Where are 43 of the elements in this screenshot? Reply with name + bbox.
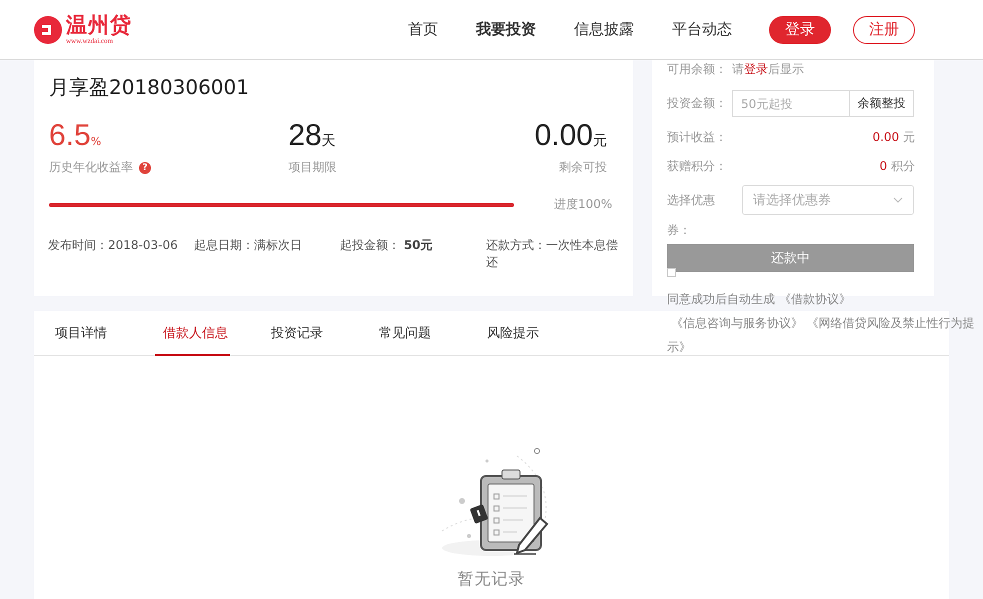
caret-icon bbox=[893, 197, 903, 203]
tab[interactable]: 投资记录 bbox=[263, 311, 371, 355]
info-text: 还款方式：一次性本息偿还 bbox=[486, 237, 619, 271]
tab[interactable]: 项目详情 bbox=[47, 311, 155, 355]
stat-label: 历史年化收益率 bbox=[49, 159, 133, 176]
info-text: 发布时间：2018-03-06 bbox=[48, 237, 179, 254]
agreement-text: 《信息咨询与服务协议》 《网络借贷风险及禁止性行为提示》 bbox=[667, 315, 975, 356]
nav-link[interactable]: 我要投资 bbox=[457, 20, 555, 39]
points-label: 获赠积分： bbox=[667, 158, 727, 175]
logo-icon bbox=[34, 16, 62, 44]
stat-unit: 天 bbox=[322, 132, 336, 150]
logo-text: 温州贷 bbox=[66, 14, 132, 36]
stat-label: 剩余可投 bbox=[558, 159, 607, 176]
progress-reading: 进度100% bbox=[554, 196, 612, 213]
stat-value: 0.00 bbox=[534, 119, 593, 153]
tab[interactable]: 风险提示 bbox=[479, 311, 587, 355]
stat-value: 28 bbox=[288, 119, 322, 153]
points-value: 0 积分 bbox=[880, 158, 915, 175]
amount-field[interactable]: 50元起投 bbox=[732, 90, 850, 117]
product-title: 月享盈20180306001 bbox=[49, 74, 250, 101]
info-text: 起投金额： 50元 bbox=[340, 237, 434, 254]
help-icon[interactable]: ? bbox=[139, 162, 151, 174]
stat-unit: % bbox=[90, 135, 102, 148]
all-in-button[interactable]: 余额整投 bbox=[850, 90, 914, 117]
amount-label: 投资金额： bbox=[667, 95, 728, 112]
tab[interactable]: 常见问题 bbox=[371, 311, 479, 355]
agree-checkbox[interactable] bbox=[667, 268, 676, 277]
income-value: 0.00 元 bbox=[872, 129, 915, 146]
nav-link[interactable]: 首页 bbox=[389, 20, 457, 39]
balance-text: 可用余额： 请登录后显示 bbox=[667, 61, 805, 75]
nav-link[interactable]: 平台动态 bbox=[653, 20, 751, 39]
info-text: 起息日期：满标次日 bbox=[194, 237, 303, 254]
agreement-text: 同意成功后自动生成 《借款协议》 bbox=[667, 291, 852, 308]
nav-link[interactable]: 信息披露 bbox=[555, 20, 653, 39]
login-button[interactable]: 登录 bbox=[769, 16, 831, 44]
empty-text: 暂无记录 bbox=[458, 569, 526, 590]
stat-unit: 元 bbox=[592, 132, 607, 150]
register-button[interactable]: 注册 bbox=[853, 16, 915, 44]
stat-value: 6.5 bbox=[49, 119, 91, 153]
stat-label: 项目期限 bbox=[288, 159, 336, 176]
tab[interactable]: 借款人信息 bbox=[155, 311, 263, 355]
coupon-label: 选择优惠券： bbox=[667, 192, 716, 239]
income-label: 预计收益： bbox=[667, 129, 727, 146]
